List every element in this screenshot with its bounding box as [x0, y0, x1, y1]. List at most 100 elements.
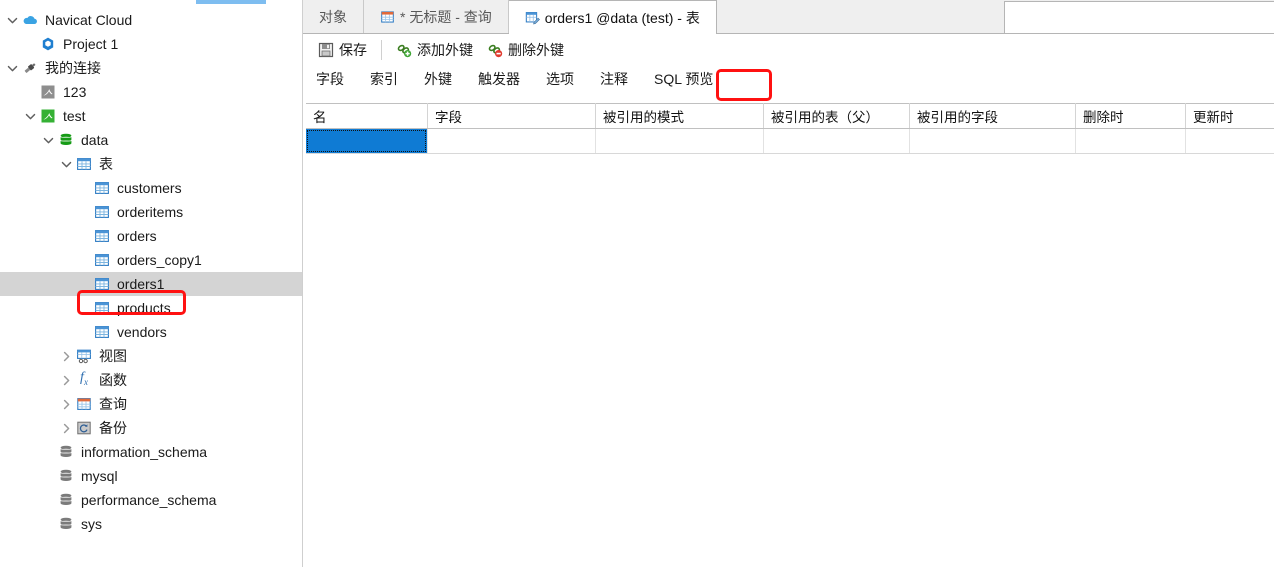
grid-cell-col-name[interactable]	[306, 128, 428, 154]
twisty-placeholder	[40, 440, 57, 464]
tree-item-label: 查询	[99, 396, 127, 412]
delete-foreign-key-icon	[487, 42, 503, 58]
mysql-green-icon	[39, 107, 57, 125]
subtab-comment[interactable]: 注释	[587, 65, 641, 93]
subtab-label: 选项	[546, 71, 574, 87]
tree-item-label: performance_schema	[81, 492, 217, 508]
subtab-fields[interactable]: 字段	[303, 65, 357, 93]
chevron-down-icon[interactable]	[58, 152, 75, 176]
tab-objects[interactable]: 对象	[303, 0, 364, 33]
chevron-right-icon[interactable]	[58, 368, 75, 392]
tree-item-table-customers[interactable]: customers	[0, 176, 302, 200]
tree-item-table-orderitems[interactable]: orderitems	[0, 200, 302, 224]
grid-cell-col-on-delete[interactable]	[1075, 128, 1186, 154]
column-header-col-referenced-schema[interactable]: 被引用的模式	[595, 103, 764, 129]
column-header-col-referenced-fields[interactable]: 被引用的字段	[909, 103, 1076, 129]
tree-item-label: information_schema	[81, 444, 208, 460]
tree-item-conn-123[interactable]: 123	[0, 80, 302, 104]
tree-item-tables-folder[interactable]: 表	[0, 152, 302, 176]
designer-subtab-bar[interactable]: 字段 索引 外键 触发器 选项 注释 SQL 预览	[303, 65, 1274, 93]
designer-toolbar[interactable]: 保存 添加外键 删除外键	[303, 34, 1274, 65]
add-foreign-key-icon	[396, 42, 412, 58]
chevron-down-icon[interactable]	[22, 104, 39, 128]
chevron-right-icon[interactable]	[58, 344, 75, 368]
toolbar-separator	[381, 39, 382, 60]
tab-label: 对象	[319, 8, 347, 25]
table-body[interactable]	[306, 128, 1274, 154]
tree-item-functions-folder[interactable]: fx 函数	[0, 368, 302, 392]
subtab-label: 触发器	[478, 71, 520, 87]
tree-item-db-data[interactable]: data	[0, 128, 302, 152]
object-tree-sidebar[interactable]: Navicat Cloud Project 1 我的连接 123 test data 表 cu…	[0, 0, 303, 567]
table-icon	[93, 179, 111, 197]
chevron-down-icon[interactable]	[40, 128, 57, 152]
column-header-col-on-update[interactable]: 更新时	[1185, 103, 1274, 129]
tree-item-table-orders[interactable]: orders	[0, 224, 302, 248]
foreign-keys-table[interactable]: 名字段 被引用的模式 被引用的表（父） 被引用的字段 删除时 更新时	[306, 103, 1274, 154]
table-icon	[93, 299, 111, 317]
subtab-options[interactable]: 选项	[533, 65, 587, 93]
horizontal-scrollbar-fragment[interactable]	[196, 0, 266, 4]
column-header-col-name[interactable]: 名	[306, 103, 428, 129]
table-header-row[interactable]: 名字段 被引用的模式 被引用的表（父） 被引用的字段 删除时 更新时	[306, 103, 1274, 129]
column-header-col-referenced-table[interactable]: 被引用的表（父）	[763, 103, 910, 129]
save-label: 保存	[339, 41, 367, 58]
chevron-down-icon[interactable]	[4, 8, 21, 32]
tree-item-db-mysql[interactable]: mysql	[0, 464, 302, 488]
tree-item-views-folder[interactable]: 视图	[0, 344, 302, 368]
twisty-placeholder	[76, 296, 93, 320]
tree-item-table-orders1[interactable]: orders1	[0, 272, 302, 296]
connection-tree[interactable]: Navicat Cloud Project 1 我的连接 123 test data 表 cu…	[0, 8, 302, 536]
delete-foreign-key-button[interactable]: 删除外键	[480, 38, 571, 62]
twisty-placeholder	[40, 488, 57, 512]
add-foreign-key-button[interactable]: 添加外键	[389, 38, 480, 62]
save-button[interactable]: 保存	[311, 38, 374, 62]
tree-item-db-performance-schema[interactable]: performance_schema	[0, 488, 302, 512]
grid-cell-col-on-update[interactable]	[1185, 128, 1274, 154]
subtab-sql-preview[interactable]: SQL 预览	[641, 65, 726, 93]
tree-item-label: mysql	[81, 468, 118, 484]
subtab-label: 字段	[316, 71, 344, 87]
tab-query[interactable]: * 无标题 - 查询	[364, 0, 509, 33]
add-foreign-key-label: 添加外键	[417, 41, 473, 58]
tree-item-my-connections[interactable]: 我的连接	[0, 56, 302, 80]
tree-item-db-information-schema[interactable]: information_schema	[0, 440, 302, 464]
tree-item-table-orders-copy1[interactable]: orders_copy1	[0, 248, 302, 272]
empty-tab-panel	[1004, 1, 1274, 33]
table-icon	[93, 275, 111, 293]
tree-item-table-vendors[interactable]: vendors	[0, 320, 302, 344]
connection-icon	[21, 59, 39, 77]
subtab-triggers[interactable]: 触发器	[465, 65, 533, 93]
chevron-right-icon[interactable]	[58, 392, 75, 416]
table-row[interactable]	[306, 128, 1274, 154]
tree-item-db-sys[interactable]: sys	[0, 512, 302, 536]
tree-item-conn-test[interactable]: test	[0, 104, 302, 128]
tree-item-navicat-cloud[interactable]: Navicat Cloud	[0, 8, 302, 32]
tree-item-queries-folder[interactable]: 查询	[0, 392, 302, 416]
tree-item-label: 备份	[99, 420, 127, 436]
mysql-gray-icon	[39, 83, 57, 101]
twisty-placeholder	[76, 248, 93, 272]
subtab-indexes[interactable]: 索引	[357, 65, 411, 93]
grid-cell-col-fields[interactable]	[427, 128, 596, 154]
grid-cell-col-referenced-fields[interactable]	[909, 128, 1076, 154]
grid-cell-col-referenced-schema[interactable]	[595, 128, 764, 154]
column-header-col-fields[interactable]: 字段	[427, 103, 596, 129]
column-header-col-on-delete[interactable]: 删除时	[1075, 103, 1186, 129]
twisty-placeholder	[76, 272, 93, 296]
table-folder-icon	[75, 155, 93, 173]
twisty-placeholder	[76, 176, 93, 200]
tree-item-backups-folder[interactable]: 备份	[0, 416, 302, 440]
table-icon	[93, 227, 111, 245]
function-icon: fx	[80, 370, 88, 387]
tree-item-table-products[interactable]: products	[0, 296, 302, 320]
chevron-down-icon[interactable]	[4, 56, 21, 80]
grid-cell-col-referenced-table[interactable]	[763, 128, 910, 154]
tree-item-project-1[interactable]: Project 1	[0, 32, 302, 56]
tree-item-label: products	[117, 300, 171, 316]
tab-table-designer[interactable]: orders1 @data (test) - 表	[508, 0, 717, 34]
chevron-right-icon[interactable]	[58, 416, 75, 440]
backup-icon	[75, 419, 93, 437]
subtab-foreign-keys[interactable]: 外键	[411, 65, 465, 93]
foreign-keys-grid[interactable]: 名字段 被引用的模式 被引用的表（父） 被引用的字段 删除时 更新时	[306, 103, 1274, 154]
